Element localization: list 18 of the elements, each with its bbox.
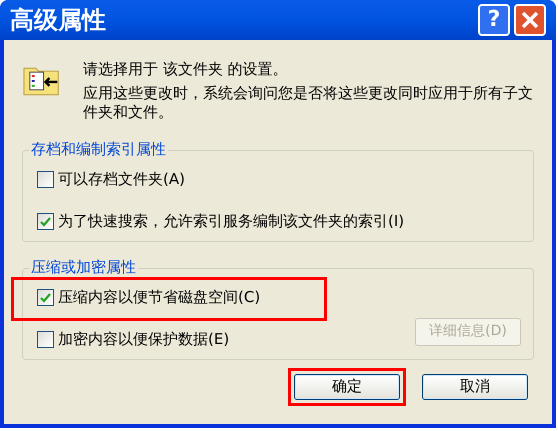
checkbox-label: 可以存档文件夹(A) xyxy=(58,169,185,190)
dialog-button[interactable]: 确定 xyxy=(294,374,400,400)
checkbox[interactable] xyxy=(37,171,54,188)
check-icon xyxy=(40,292,51,302)
close-button[interactable] xyxy=(514,4,546,36)
checkbox[interactable] xyxy=(37,213,54,230)
check-icon xyxy=(40,216,51,226)
dialog-button[interactable]: 取消 xyxy=(422,374,528,400)
window-title: 高级属性 xyxy=(10,5,106,36)
checkbox-label: 为了快速搜索，允许索引服务编制该文件夹的索引(I) xyxy=(58,211,404,232)
checkbox-label: 加密内容以便保护数据(E) xyxy=(58,329,230,350)
checkbox[interactable] xyxy=(37,289,54,306)
intro-note: 应用这些更改时，系统会询问您是否将这些更改同时应用于所有子文件夹和文件。 xyxy=(83,84,534,122)
checkbox-label: 压缩内容以便节省磁盘空间(C) xyxy=(58,287,260,308)
checkbox[interactable] xyxy=(37,331,54,348)
intro-text: 请选择用于 该文件夹 的设置。 xyxy=(83,59,289,80)
help-button[interactable]: ? xyxy=(478,4,510,36)
close-icon xyxy=(521,11,539,29)
